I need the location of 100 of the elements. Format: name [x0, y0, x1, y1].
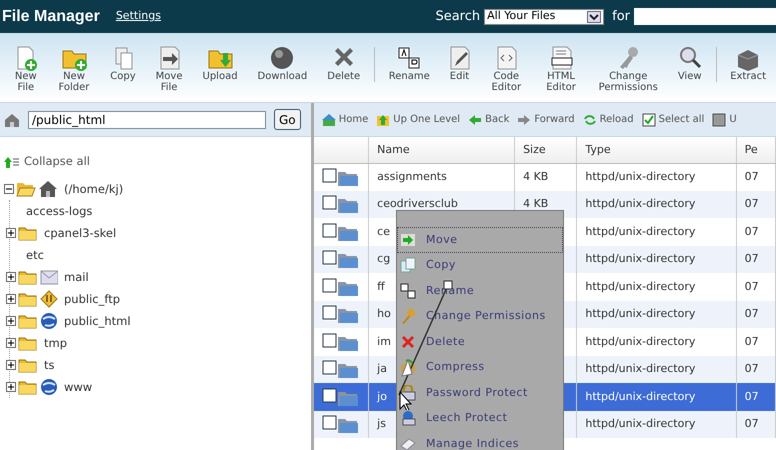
- open-folder-icon: [16, 180, 36, 198]
- table-cell: httpd/unix-directory: [585, 280, 696, 292]
- toolbar-button[interactable]: Rename: [378, 33, 440, 83]
- toolbar-button[interactable]: Delete: [317, 33, 370, 83]
- table-cell: 07: [744, 390, 759, 402]
- table-cell: 07: [744, 307, 759, 320]
- column-header[interactable]: Name: [368, 137, 515, 163]
- menu-item[interactable]: Copy: [397, 252, 563, 278]
- table-cell: httpd/unix-directory: [585, 307, 696, 320]
- home-icon: [4, 112, 20, 128]
- table-cell: httpd/unix-directory: [585, 170, 696, 183]
- column-header[interactable]: Pe: [736, 137, 776, 163]
- toolbar-button[interactable]: New File: [4, 33, 48, 94]
- checkbox: [322, 250, 337, 266]
- checkbox: [322, 168, 337, 183]
- checkbox: [322, 278, 337, 293]
- checkbox: [322, 360, 337, 376]
- copy-icon: [400, 257, 416, 274]
- expand-box-icon: [6, 272, 16, 282]
- path-field[interactable]: /public_html: [28, 110, 266, 128]
- toolbar-button[interactable]: Back: [464, 112, 514, 127]
- column-header[interactable]: Size: [514, 137, 577, 163]
- home-icon: [322, 112, 336, 126]
- toolbar-button[interactable]: Download: [248, 33, 318, 83]
- toolbar-button[interactable]: Select all: [638, 112, 708, 127]
- go-button[interactable]: Go: [274, 109, 301, 130]
- table-cell: httpd/unix-directory: [585, 362, 696, 375]
- collapse-arrow-icon: [4, 156, 20, 168]
- table-cell: 07: [744, 197, 759, 210]
- menu-item[interactable]: Delete: [397, 329, 563, 354]
- tree-node[interactable]: www: [6, 376, 311, 398]
- checkbox: [322, 388, 337, 403]
- table-cell: httpd/unix-directory: [585, 197, 696, 210]
- expand-box-icon: [6, 228, 16, 238]
- for-label: for: [612, 8, 630, 26]
- toolbar-button[interactable]: U: [708, 112, 741, 127]
- table-cell: assignments: [377, 170, 447, 183]
- reload-icon: [582, 112, 597, 126]
- tree-node[interactable]: access-logs: [22, 200, 311, 222]
- expand-box-icon: [6, 360, 16, 370]
- toolbar-button[interactable]: Reload: [578, 112, 638, 127]
- toolbar-button[interactable]: Forward: [513, 112, 579, 127]
- expand-box-icon: [6, 382, 16, 392]
- tree-node[interactable]: (/home/kj): [4, 178, 311, 200]
- tree-node[interactable]: tmp: [6, 332, 311, 354]
- menu-item[interactable]: Move: [397, 227, 563, 252]
- house-icon: [38, 180, 58, 198]
- toolbar-button[interactable]: Move File: [146, 33, 192, 94]
- table-cell: httpd/unix-directory: [585, 224, 696, 238]
- column-header[interactable]: Type: [576, 137, 736, 163]
- menu-item[interactable]: Manage Indices: [397, 431, 563, 450]
- toolbar-button[interactable]: Change Permissions: [588, 33, 668, 94]
- table-cell: httpd/unix-directory: [585, 334, 696, 348]
- forward-arrow-icon: [517, 112, 532, 126]
- table-cell: 4 KB: [523, 170, 548, 183]
- table-cell: 07: [744, 362, 759, 375]
- table-cell: 07: [744, 334, 759, 348]
- checkbox: [322, 332, 337, 348]
- toolbar-button[interactable]: HTML Editor: [533, 33, 589, 94]
- menu-item[interactable]: Leech Protect: [397, 406, 563, 431]
- page-icon: [400, 436, 416, 450]
- rename-icon: [400, 282, 416, 299]
- table-cell: httpd/unix-directory: [585, 252, 696, 265]
- tree-node[interactable]: cpanel3-skel: [6, 222, 311, 244]
- checkbox: [322, 415, 337, 430]
- table-cell: ja: [377, 362, 387, 375]
- checkbox: [322, 305, 337, 320]
- table-cell: js: [377, 417, 386, 430]
- table-cell: 4 KB: [523, 197, 548, 210]
- settings-link[interactable]: Settings: [116, 8, 161, 25]
- app-title: File Manager: [2, 6, 100, 26]
- table-cell: 07: [744, 252, 759, 265]
- toolbar-button[interactable]: Home: [318, 112, 372, 127]
- table-cell: 07: [744, 417, 759, 430]
- tree-node[interactable]: mail: [6, 266, 311, 288]
- expand-box-icon: [6, 338, 16, 348]
- tree-node[interactable]: ts: [6, 354, 311, 376]
- search-field[interactable]: [634, 8, 776, 25]
- toolbar-button[interactable]: Extract: [720, 33, 776, 83]
- right-arrow-icon: [400, 232, 416, 248]
- rename-icon: [396, 45, 422, 71]
- tree-node[interactable]: public_ftp: [6, 288, 311, 310]
- toolbar-button[interactable]: View: [668, 33, 712, 83]
- collapse-all-button[interactable]: Collapse all: [4, 153, 90, 170]
- up-down-arrows-icon: [40, 290, 58, 308]
- toolbar-button[interactable]: Edit: [440, 33, 480, 83]
- delete-x-icon: [400, 334, 416, 350]
- toolbar-button[interactable]: Up One Level: [372, 112, 464, 127]
- search-scope-select[interactable]: All Your Files: [484, 8, 604, 24]
- toolbar-button[interactable]: Copy: [100, 33, 146, 83]
- toolbar-button[interactable]: Code Editor: [479, 33, 534, 94]
- tree-node[interactable]: etc: [22, 244, 311, 266]
- toolbar-button[interactable]: New Folder: [48, 33, 100, 94]
- toolbar-button[interactable]: Upload: [192, 33, 248, 83]
- table-cell: 07: [744, 280, 759, 292]
- globe-icon: [40, 378, 58, 396]
- dropdown-caret-icon: [587, 10, 602, 22]
- table-cell: ff: [377, 280, 385, 292]
- tree-node[interactable]: public_html: [6, 310, 311, 332]
- expand-box-icon: [6, 294, 16, 304]
